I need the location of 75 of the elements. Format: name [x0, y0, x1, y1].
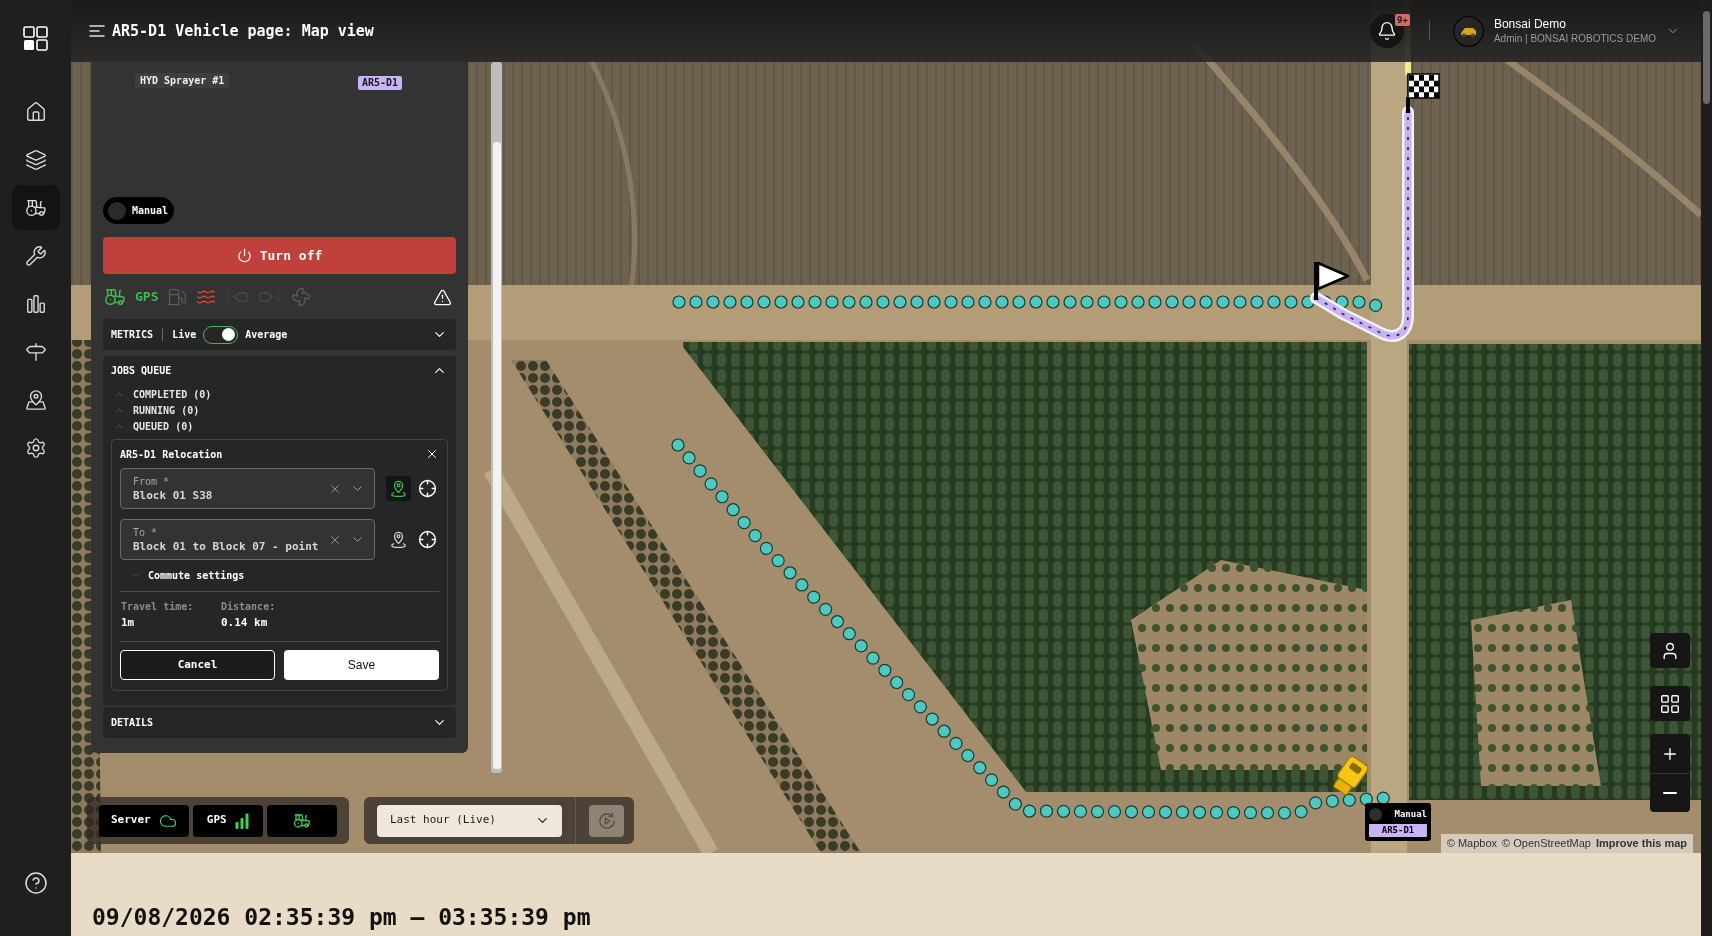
vehicle-id-badge: AR5-D1 [1369, 824, 1427, 837]
metrics-title: METRICS [111, 328, 154, 342]
vehicle-mode-label: Manual [1394, 808, 1427, 821]
gps-status-label: GPS [135, 288, 159, 307]
bell-icon [1376, 21, 1397, 41]
attribution-text[interactable]: © Mapbox [1446, 835, 1498, 852]
location-select[interactable]: From * Block 01 S38 [120, 468, 375, 509]
cancel-button[interactable]: Cancel [120, 650, 275, 680]
notification-badge: 9+ [1395, 14, 1410, 26]
vehicle-avatar-icon[interactable] [1452, 15, 1484, 47]
time-range-dropdown[interactable]: Last hour (Live) [377, 804, 562, 837]
attribution-text[interactable]: © OpenStreetMap [1502, 835, 1591, 852]
signpost-icon [24, 340, 47, 363]
minus-icon [1663, 792, 1677, 794]
layers-icon [24, 148, 47, 171]
field-label: To * [133, 525, 159, 539]
job-group-label[interactable]: QUEUED (0) [133, 418, 194, 434]
scrollbar-thumb[interactable] [492, 142, 501, 769]
pin-button[interactable] [386, 476, 411, 501]
logo-icon [23, 26, 48, 51]
map-pin-icon [389, 479, 408, 498]
travel-time-value: 1m [121, 615, 136, 631]
vehicle-name-chip: HYD Sprayer #1 [135, 73, 230, 88]
status-tile[interactable]: Server [99, 804, 189, 837]
save-button[interactable]: Save [284, 650, 439, 680]
crosshair-icon[interactable] [418, 479, 437, 498]
details-title: DETAILS [111, 716, 154, 730]
settings-icon [24, 436, 47, 459]
warning-icon[interactable] [433, 287, 452, 307]
improve-map-link[interactable]: Improve this map [1595, 835, 1687, 852]
status-tile[interactable]: GPS [192, 804, 263, 837]
job-group-label[interactable]: COMPLETED (0) [133, 386, 212, 402]
field-value: Block 01 to Block 07 - point [133, 538, 319, 554]
job-group-label[interactable]: RUNNING (0) [133, 402, 200, 418]
mode-switch[interactable]: Manual [103, 197, 174, 224]
sidebar-item[interactable] [11, 185, 60, 230]
grid-icon [1659, 692, 1681, 715]
average-label: Average [245, 328, 288, 342]
close-icon[interactable] [425, 447, 439, 461]
map-pin-icon [389, 530, 408, 549]
field-value: Block 01 S38 [133, 487, 213, 503]
distance-label: Distance: [221, 600, 277, 614]
vehicle-label[interactable]: Manual AR5-D1 [1365, 803, 1431, 841]
location-select[interactable]: To * Block 01 to Block 07 - point [120, 519, 375, 560]
help-icon [23, 871, 48, 895]
live-label: Live [172, 328, 197, 342]
job-title: AR5-D1 Relocation [120, 447, 223, 462]
crosshair-icon[interactable] [418, 530, 437, 549]
replay-button[interactable] [589, 804, 624, 837]
menu-icon[interactable] [89, 25, 105, 37]
status-label: GPS [206, 812, 227, 829]
replay-icon [596, 810, 617, 831]
start-flag-icon [1314, 261, 1350, 300]
status-label: Server [111, 812, 151, 829]
wrench-icon [24, 244, 47, 267]
status-tile[interactable] [266, 804, 337, 837]
vehicle-id-badge: AR5-D1 [357, 76, 402, 90]
finish-flag-icon [1406, 73, 1440, 113]
home-icon [24, 100, 47, 123]
jobs-queue-title: JOBS QUEUE [111, 363, 172, 378]
time-range-text: 09/08/2026 02:35:39 pm — 03:35:39 pm [92, 904, 591, 930]
user-role: Admin | BONSAI ROBOTICS DEMO [1493, 31, 1656, 46]
map-pin-icon [24, 388, 47, 411]
commute-settings-toggle[interactable]: Commute settings [148, 567, 245, 583]
page-title: AR5-D1 Vehicle page: Map view [112, 20, 374, 42]
scrollbar-thumb[interactable] [1703, 11, 1710, 104]
user-location-button[interactable] [1650, 633, 1690, 668]
distance-value: 0.14 km [221, 615, 269, 631]
turn-off-button[interactable]: Turn off [103, 237, 456, 274]
travel-time-label: Travel time: [121, 600, 195, 614]
bar-chart-icon [24, 292, 47, 315]
user-name: Bonsai Demo [1493, 16, 1567, 32]
layout-button[interactable] [1650, 686, 1690, 721]
field-label: From * [133, 474, 171, 488]
power-icon [236, 248, 252, 263]
